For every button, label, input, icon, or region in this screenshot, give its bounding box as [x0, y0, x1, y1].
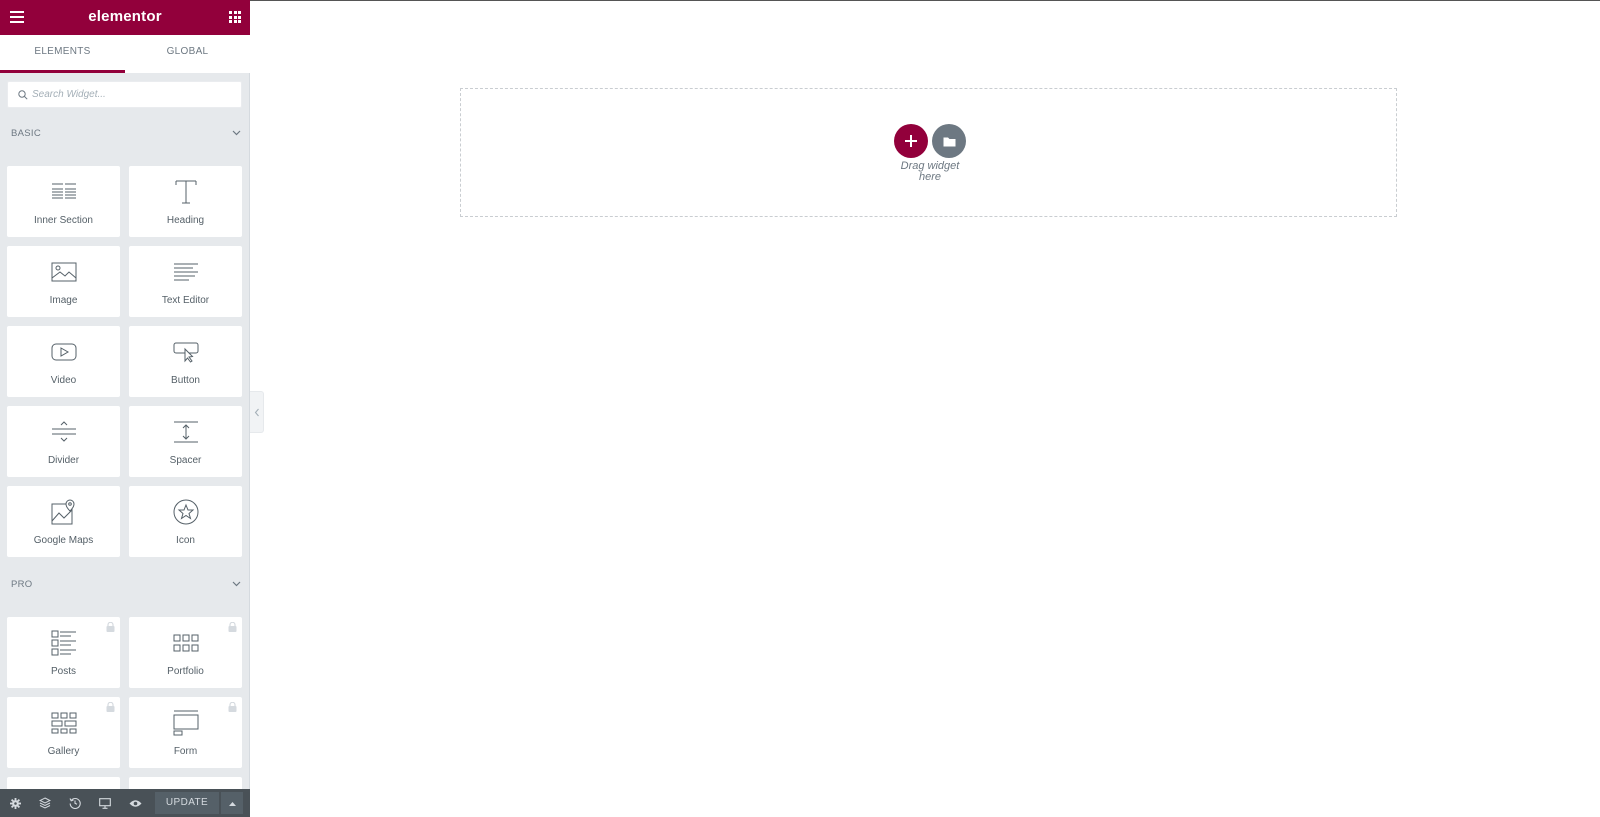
elementor-logo: elementor: [88, 8, 162, 25]
widget-posts[interactable]: Posts: [7, 617, 120, 688]
star-icon: [129, 498, 242, 526]
update-button[interactable]: UPDATE: [155, 792, 219, 814]
editor-panel: elementor ELEMENTS GLOBAL BASIC: [0, 0, 250, 817]
google-maps-icon: [7, 498, 120, 526]
canvas-top-border: [250, 0, 1600, 1]
widget-title: Portfolio: [167, 666, 204, 677]
search-icon: [18, 90, 28, 100]
widget-title: Inner Section: [34, 215, 93, 226]
preview-icon[interactable]: [120, 789, 150, 817]
widget-divider[interactable]: Divider: [7, 406, 120, 477]
drop-hint-line-2: here: [918, 171, 942, 183]
form-icon: [129, 709, 242, 737]
panel-tabs: ELEMENTS GLOBAL: [0, 35, 250, 73]
category-basic-header[interactable]: BASIC: [11, 128, 241, 144]
save-options-button[interactable]: [221, 792, 243, 814]
panel-footer: UPDATE: [0, 789, 250, 817]
button-icon: [129, 338, 242, 366]
add-template-button[interactable]: [932, 124, 966, 158]
widget-google-maps[interactable]: Google Maps: [7, 486, 120, 557]
add-section-button[interactable]: [894, 124, 928, 158]
category-pro-title: PRO: [11, 579, 33, 590]
widget-title: Heading: [166, 215, 205, 226]
portfolio-icon: [129, 629, 242, 657]
basic-widget-grid: Inner Section Heading Image Text Editor …: [7, 166, 243, 557]
image-icon: [7, 258, 120, 286]
widget-title: Posts: [50, 666, 76, 677]
navigator-icon[interactable]: [30, 789, 60, 817]
elementor-editor: elementor ELEMENTS GLOBAL BASIC: [0, 0, 1600, 817]
collapse-panel-handle[interactable]: [250, 391, 264, 433]
widget-title: Divider: [47, 455, 80, 466]
widget-video[interactable]: Video: [7, 326, 120, 397]
video-icon: [7, 338, 120, 366]
search-widget-input[interactable]: [32, 83, 232, 106]
widget-title: Video: [50, 375, 77, 386]
widget-title: Google Maps: [33, 535, 94, 546]
text-editor-icon: [129, 258, 242, 286]
plus-icon: [905, 135, 917, 147]
gallery-icon: [7, 709, 120, 737]
history-icon[interactable]: [60, 789, 90, 817]
widgets-grid-icon[interactable]: [229, 11, 241, 23]
widget-heading[interactable]: Heading: [129, 166, 242, 237]
widget-title: Image: [49, 295, 78, 306]
widget-title: Icon: [176, 535, 195, 546]
widget-form[interactable]: Form: [129, 697, 242, 768]
pro-widget-grid: Posts Portfolio Gallery Form: [7, 617, 243, 790]
widget-button[interactable]: Button: [129, 326, 242, 397]
panel-header: elementor: [0, 0, 250, 35]
widget-inner-section[interactable]: Inner Section: [7, 166, 120, 237]
widget-title: Text Editor: [161, 295, 210, 306]
search-widget-box: [7, 81, 242, 108]
widget-title: Button: [171, 375, 200, 386]
divider-icon: [7, 418, 120, 446]
drop-hint-text: Drag widget here: [879, 161, 981, 183]
panel-content: BASIC: [0, 73, 250, 790]
chevron-down-icon: [232, 130, 241, 136]
tab-global[interactable]: GLOBAL: [125, 35, 250, 73]
category-pro-header[interactable]: PRO: [11, 579, 241, 595]
widget-icon[interactable]: Icon: [129, 486, 242, 557]
chevron-left-icon: [254, 408, 259, 416]
posts-icon: [7, 629, 120, 657]
caret-up-icon: [228, 801, 236, 806]
tab-elements[interactable]: ELEMENTS: [0, 35, 125, 73]
category-basic-title: BASIC: [11, 128, 42, 139]
widget-title: Spacer: [169, 455, 202, 466]
inner-section-icon: [7, 178, 120, 206]
widget-text-editor[interactable]: Text Editor: [129, 246, 242, 317]
chevron-down-icon: [232, 581, 241, 587]
widget-spacer[interactable]: Spacer: [129, 406, 242, 477]
folder-icon: [943, 137, 955, 146]
add-section-drop-area[interactable]: Drag widget here: [460, 88, 1397, 217]
responsive-icon[interactable]: [90, 789, 120, 817]
widget-image[interactable]: Image: [7, 246, 120, 317]
widget-title: Form: [173, 746, 198, 757]
widget-gallery[interactable]: Gallery: [7, 697, 120, 768]
settings-icon[interactable]: [0, 789, 30, 817]
widget-portfolio[interactable]: Portfolio: [129, 617, 242, 688]
spacer-icon: [129, 418, 242, 446]
widget-title: Gallery: [47, 746, 80, 757]
heading-icon: [129, 178, 242, 206]
